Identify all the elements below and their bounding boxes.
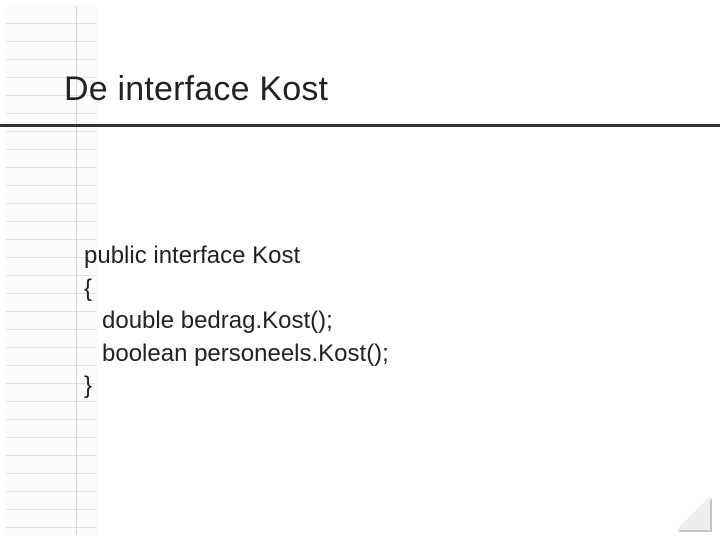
slide-title: De interface Kost: [64, 70, 328, 109]
code-block: public interface Kost { double bedrag.Ko…: [84, 208, 389, 435]
slide: De interface Kost public interface Kost …: [0, 0, 720, 540]
code-line-4: boolean personeels.Kost();: [102, 340, 389, 367]
code-line-3: double bedrag.Kost();: [102, 307, 333, 334]
code-line-2: {: [84, 275, 92, 302]
page-curl-icon: [678, 498, 712, 532]
title-underline: [0, 124, 720, 127]
code-line-5: }: [84, 372, 92, 399]
code-line-1: public interface Kost: [84, 242, 300, 269]
